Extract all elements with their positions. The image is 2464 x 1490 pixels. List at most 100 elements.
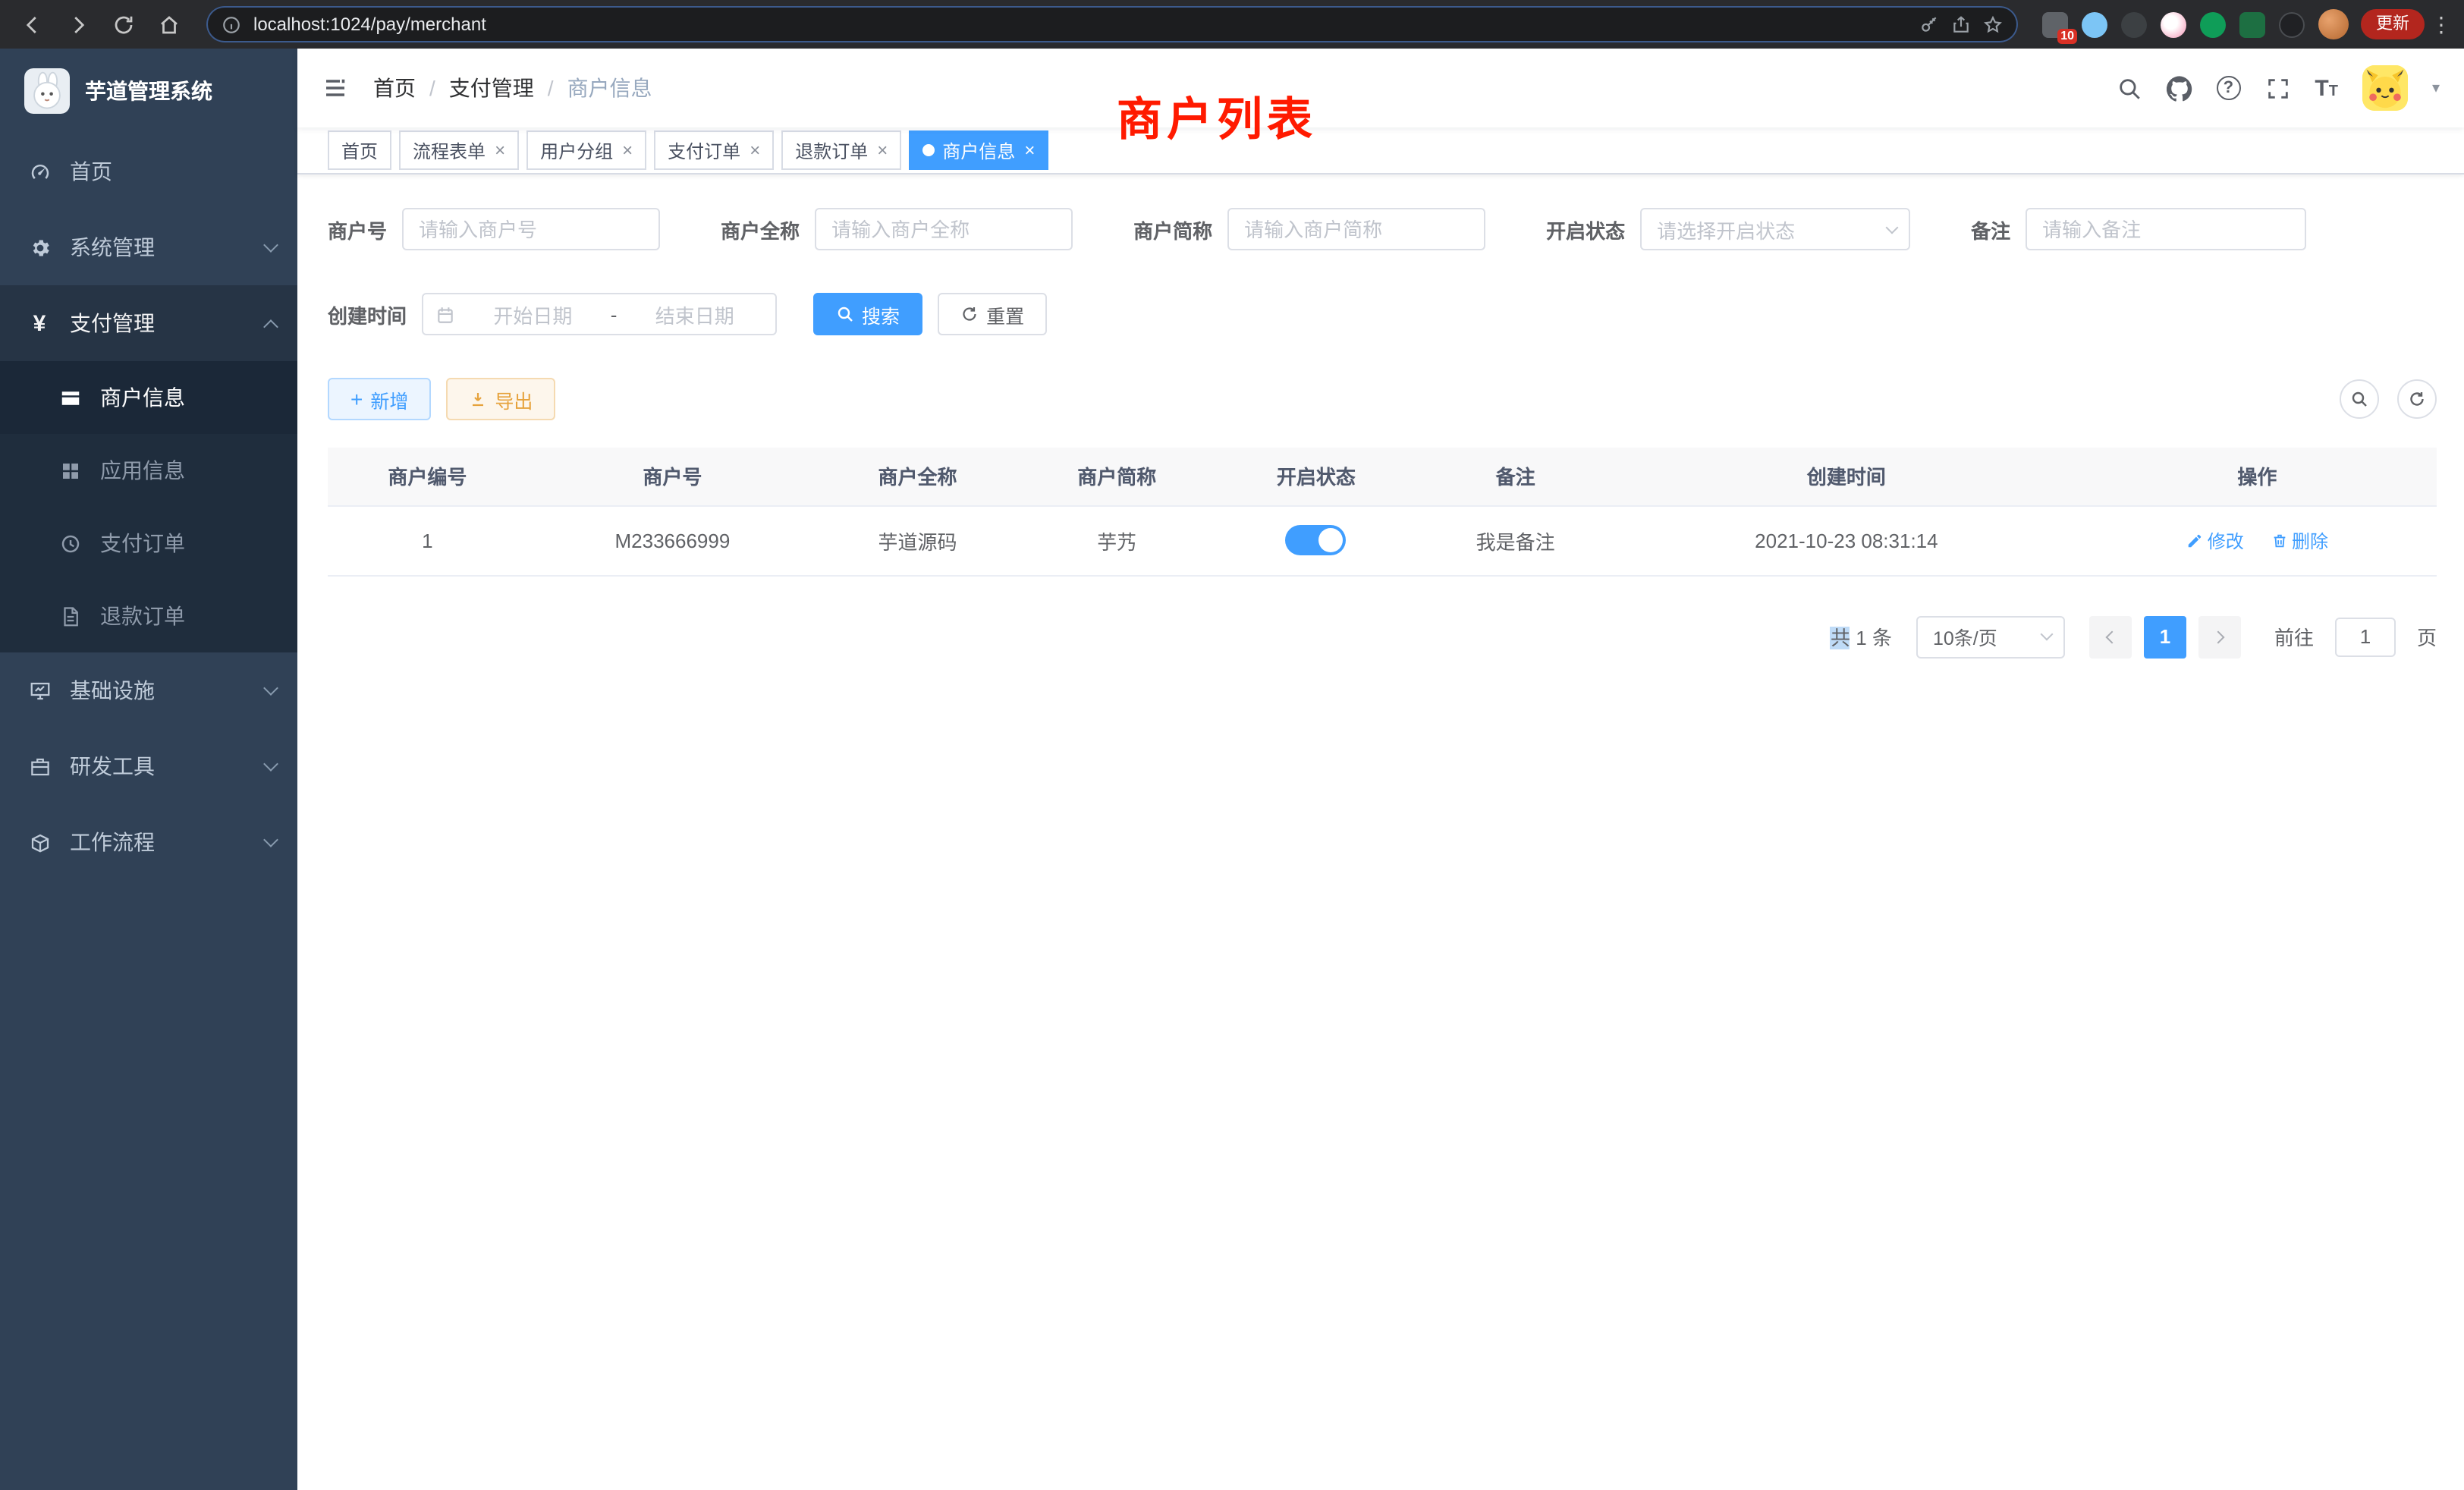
delete-link[interactable]: 删除 xyxy=(2271,527,2328,553)
tab-home[interactable]: 首页 xyxy=(328,130,391,170)
help-icon[interactable]: ? xyxy=(2216,76,2240,100)
export-button[interactable]: 导出 xyxy=(446,378,555,420)
col-remark: 备注 xyxy=(1416,448,1615,505)
close-icon[interactable]: × xyxy=(750,141,760,159)
refresh-table-button[interactable] xyxy=(2397,379,2437,419)
url-text: localhost:1024/pay/merchant xyxy=(253,14,1907,35)
close-icon[interactable]: × xyxy=(877,141,888,159)
share-icon[interactable] xyxy=(1951,14,1971,34)
extension-icon[interactable] xyxy=(2161,11,2186,37)
chevron-up-icon xyxy=(263,319,278,334)
col-create-time: 创建时间 xyxy=(1615,448,2078,505)
sidebar-logo[interactable]: 芋道管理系统 xyxy=(0,49,297,134)
extension-icon[interactable] xyxy=(2121,11,2147,37)
bookmark-star-icon[interactable] xyxy=(1983,14,2003,34)
toggle-search-button[interactable] xyxy=(2340,379,2379,419)
sidebar-item-system[interactable]: 系统管理 xyxy=(0,209,297,285)
browser-back-icon[interactable] xyxy=(12,5,52,44)
site-info-icon[interactable] xyxy=(222,14,241,34)
col-short-name: 商户简称 xyxy=(1017,448,1217,505)
key-icon[interactable] xyxy=(1919,14,1939,34)
status-select[interactable]: 请选择开启状态 xyxy=(1640,208,1910,250)
search-button[interactable]: 搜索 xyxy=(813,293,922,335)
extension-icon[interactable] xyxy=(2239,11,2265,37)
tab-merchant-info[interactable]: 商户信息× xyxy=(909,130,1048,170)
remark-input[interactable] xyxy=(2026,208,2306,250)
document-icon xyxy=(58,604,82,628)
sidebar-item-pay[interactable]: ¥ 支付管理 xyxy=(0,285,297,361)
fullscreen-icon[interactable] xyxy=(2264,75,2290,101)
search-icon[interactable] xyxy=(2116,75,2142,101)
add-button[interactable]: + 新增 xyxy=(328,378,431,420)
tab-user-group[interactable]: 用户分组× xyxy=(526,130,646,170)
sidebar: 芋道管理系统 首页 系统管理 ¥ 支付管理 商户信息 xyxy=(0,49,297,1490)
sidebar-item-app-info[interactable]: 应用信息 xyxy=(0,434,297,507)
col-actions: 操作 xyxy=(2078,448,2437,505)
col-merchant-no: 商户号 xyxy=(527,448,818,505)
browser-menu-icon[interactable]: ⋮ xyxy=(2431,11,2452,37)
address-bar[interactable]: localhost:1024/pay/merchant xyxy=(206,6,2018,42)
close-icon[interactable]: × xyxy=(622,141,633,159)
next-page-button[interactable] xyxy=(2198,615,2241,658)
extensions-cluster: 10 xyxy=(2036,9,2355,39)
breadcrumb-separator: / xyxy=(548,76,554,100)
breadcrumb-home[interactable]: 首页 xyxy=(373,73,416,103)
user-avatar[interactable] xyxy=(2362,65,2408,111)
cell-seq: 1 xyxy=(328,505,527,575)
browser-home-icon[interactable] xyxy=(149,5,188,44)
hamburger-icon[interactable] xyxy=(322,74,349,102)
table-row: 1 M233666999 芋道源码 芋艿 我是备注 2021-10-23 08:… xyxy=(328,505,2437,575)
browser-update-button[interactable]: 更新 xyxy=(2361,9,2425,39)
pagination-total: 共 1 条 xyxy=(1831,622,1892,651)
breadcrumb-separator: / xyxy=(429,76,435,100)
pay-submenu: 商户信息 应用信息 支付订单 退款订单 xyxy=(0,361,297,652)
close-icon[interactable]: × xyxy=(1024,141,1035,159)
goto-page-input[interactable] xyxy=(2335,617,2396,656)
trash-icon xyxy=(2271,532,2287,549)
extension-icon[interactable] xyxy=(2200,11,2226,37)
col-status: 开启状态 xyxy=(1217,448,1416,505)
full-name-input[interactable] xyxy=(815,208,1073,250)
tab-process-form[interactable]: 流程表单× xyxy=(399,130,519,170)
chevron-down-icon xyxy=(2040,628,2053,641)
sidebar-item-pay-order[interactable]: 支付订单 xyxy=(0,507,297,580)
create-time-label: 创建时间 xyxy=(328,300,407,328)
caret-down-icon[interactable]: ▾ xyxy=(2432,80,2440,96)
merchant-table: 商户编号 商户号 商户全称 商户简称 开启状态 备注 创建时间 操作 1 xyxy=(328,448,2437,576)
browser-profile-avatar[interactable] xyxy=(2318,9,2349,39)
gear-icon xyxy=(27,235,52,259)
page-number-1[interactable]: 1 xyxy=(2144,615,2186,658)
sidebar-item-home[interactable]: 首页 xyxy=(0,134,297,209)
merchant-no-input[interactable] xyxy=(402,208,660,250)
font-size-icon[interactable]: TT xyxy=(2315,75,2338,101)
sidebar-item-merchant-info[interactable]: 商户信息 xyxy=(0,361,297,434)
browser-reload-icon[interactable] xyxy=(103,5,143,44)
short-name-input[interactable] xyxy=(1227,208,1485,250)
chevron-down-icon xyxy=(263,681,278,696)
sidebar-item-workflow[interactable]: 工作流程 xyxy=(0,804,297,880)
tab-pay-order[interactable]: 支付订单× xyxy=(654,130,774,170)
github-icon[interactable] xyxy=(2166,75,2192,101)
full-name-label: 商户全称 xyxy=(721,215,800,244)
page-size-select[interactable]: 10条/页 xyxy=(1916,615,2065,658)
chevron-left-icon xyxy=(2105,630,2118,643)
browser-forward-icon[interactable] xyxy=(58,5,97,44)
sidebar-item-devtools[interactable]: 研发工具 xyxy=(0,728,297,804)
prev-page-button[interactable] xyxy=(2089,615,2132,658)
date-range-picker[interactable]: 开始日期 - 结束日期 xyxy=(422,293,777,335)
active-dot xyxy=(922,144,935,156)
sidebar-item-infra[interactable]: 基础设施 xyxy=(0,652,297,728)
edit-link[interactable]: 修改 xyxy=(2186,527,2244,553)
extension-icon[interactable] xyxy=(2082,11,2107,37)
reset-button[interactable]: 重置 xyxy=(938,293,1047,335)
goto-label: 前往 xyxy=(2274,622,2314,651)
sidebar-item-refund-order[interactable]: 退款订单 xyxy=(0,580,297,652)
status-toggle[interactable] xyxy=(1286,525,1347,555)
close-icon[interactable]: × xyxy=(495,141,505,159)
breadcrumb-pay[interactable]: 支付管理 xyxy=(449,73,534,103)
tab-refund-order[interactable]: 退款订单× xyxy=(781,130,901,170)
browser-chrome: localhost:1024/pay/merchant 10 更新 ⋮ xyxy=(0,0,2464,49)
remark-label: 备注 xyxy=(1971,215,2010,244)
extension-icon[interactable] xyxy=(2279,11,2305,37)
extension-icon[interactable]: 10 xyxy=(2042,11,2068,37)
